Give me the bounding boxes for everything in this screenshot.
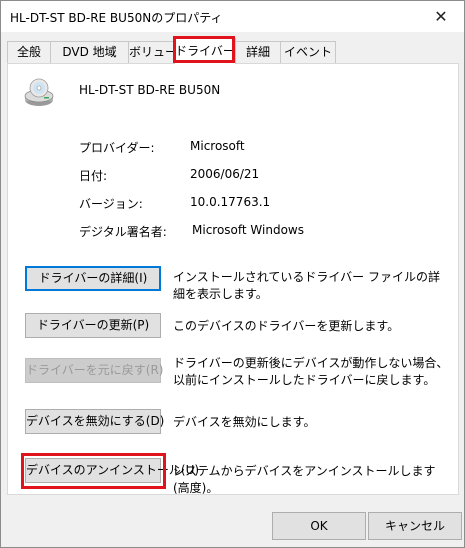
digital-signer-value: Microsoft Windows xyxy=(192,223,304,237)
date-label: 日付: xyxy=(79,169,108,183)
uninstall-device-description: システムからデバイスをアンインストールします (高度)。 xyxy=(173,464,436,495)
date-value: 2006/06/21 xyxy=(190,167,260,181)
optical-drive-icon xyxy=(24,78,54,106)
close-button[interactable]: ✕ xyxy=(418,1,464,32)
disable-device-button[interactable]: デバイスを無効にする(D) xyxy=(25,409,164,434)
tab-events[interactable]: イベント xyxy=(280,41,336,63)
window-title: HL-DT-ST BD-RE BU50Nのプロパティ xyxy=(10,11,223,25)
tab-driver[interactable]: ドライバー xyxy=(174,38,236,64)
driver-details-description: インストールされているドライバー ファイルの詳細を表示します。 xyxy=(173,270,440,301)
cancel-button[interactable]: キャンセル xyxy=(368,512,462,540)
tab-dvd-region[interactable]: DVD 地域 xyxy=(50,41,129,63)
uninstall-device-button[interactable]: デバイスのアンインストール(U) xyxy=(25,458,199,483)
driver-details-button[interactable]: ドライバーの詳細(I) xyxy=(25,266,161,291)
provider-label: プロバイダー: xyxy=(79,141,155,155)
tab-volume[interactable]: ボリューム xyxy=(128,41,189,63)
roll-back-driver-button[interactable]: ドライバーを元に戻す(R) xyxy=(25,358,163,383)
update-driver-button[interactable]: ドライバーの更新(P) xyxy=(25,313,161,338)
title-bar[interactable]: HL-DT-ST BD-RE BU50Nのプロパティ ✕ xyxy=(1,1,464,32)
tab-general[interactable]: 全般 xyxy=(7,41,51,63)
tab-details[interactable]: 詳細 xyxy=(235,41,281,63)
properties-dialog: HL-DT-ST BD-RE BU50Nのプロパティ ✕ 全般 DVD 地域 ボ… xyxy=(0,0,465,548)
provider-value: Microsoft xyxy=(190,139,245,153)
ok-button[interactable]: OK xyxy=(272,512,366,540)
tab-strip: 全般 DVD 地域 ボリューム ドライバー 詳細 イベント xyxy=(7,38,459,64)
disable-device-description: デバイスを無効にします。 xyxy=(173,415,316,429)
version-label: バージョン: xyxy=(79,197,143,211)
roll-back-driver-description: ドライバーの更新後にデバイスが動作しない場合、以前にインストールしたドライバーに… xyxy=(173,356,449,387)
update-driver-description: このデバイスのドライバーを更新します。 xyxy=(173,319,400,333)
digital-signer-label: デジタル署名者: xyxy=(79,225,167,239)
version-value: 10.0.17763.1 xyxy=(190,195,271,209)
device-name: HL-DT-ST BD-RE BU50N xyxy=(79,83,221,97)
close-icon: ✕ xyxy=(434,7,448,26)
